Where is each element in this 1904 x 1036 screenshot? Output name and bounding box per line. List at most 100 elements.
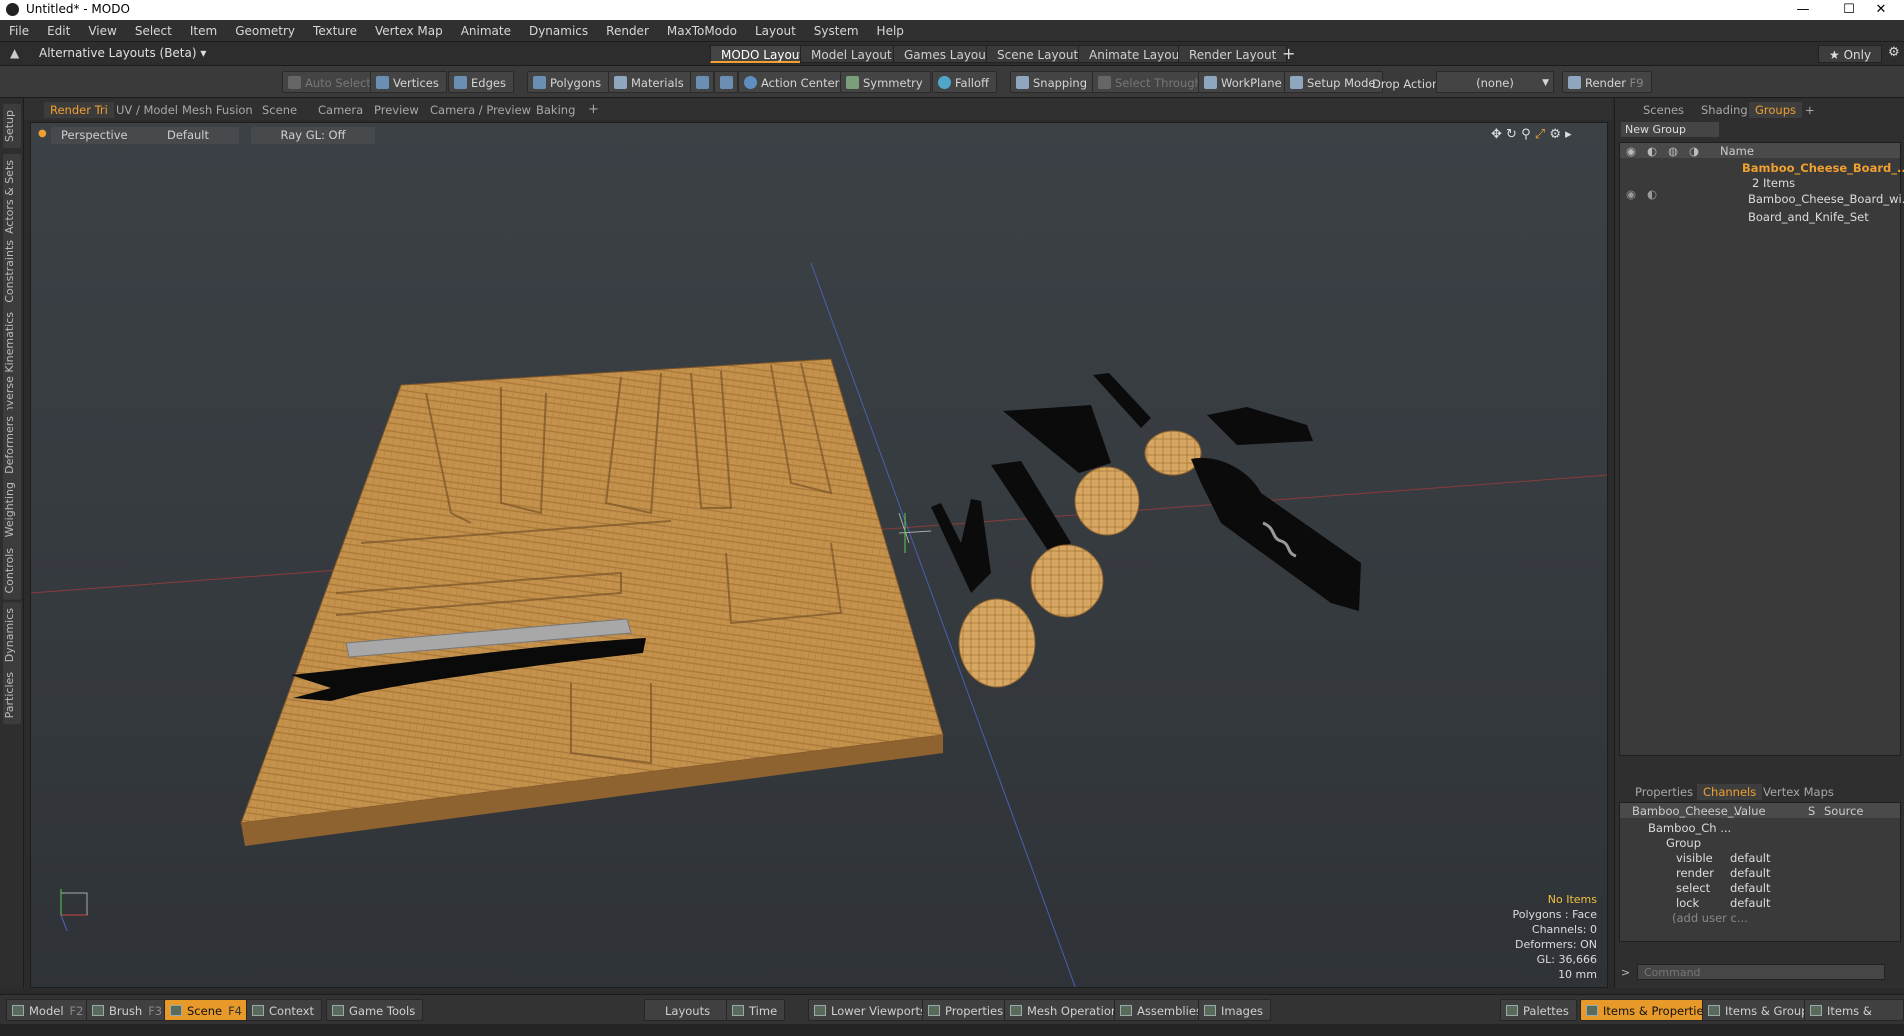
tab-properties[interactable]: Properties — [1629, 784, 1699, 800]
channels-group[interactable]: Group — [1666, 836, 1701, 850]
falloff-button[interactable]: Falloff — [932, 71, 997, 93]
add-user-channel[interactable]: (add user c... — [1672, 911, 1748, 925]
snapping-button[interactable]: Snapping — [1010, 71, 1096, 93]
items-properties-button[interactable]: Items & Properties — [1580, 999, 1718, 1021]
group-child-mesh[interactable]: Bamboo_Cheese_Board_wi... — [1748, 192, 1904, 206]
vtab-dynamics[interactable]: Dynamics — [3, 602, 21, 669]
gear-icon[interactable]: ⚙ — [1888, 45, 1900, 60]
menu-item[interactable]: Item — [181, 20, 226, 42]
vtab-weighting[interactable]: Weighting — [3, 476, 21, 544]
viewport-gear-icon[interactable]: ⚙ — [1549, 127, 1561, 142]
assemblies-button[interactable]: Assemblies — [1114, 999, 1210, 1021]
raygl-toggle[interactable]: Ray GL: Off — [251, 127, 375, 144]
close-button[interactable]: ✕ — [1858, 0, 1904, 20]
only-toggle[interactable]: ★ Only — [1818, 45, 1883, 63]
pan-icon[interactable]: ✥ — [1491, 127, 1502, 142]
tab-render-tri[interactable]: Render Tri — [44, 102, 114, 118]
edges-button[interactable]: Edges — [448, 71, 514, 93]
menu-layout[interactable]: Layout — [746, 20, 805, 42]
tab-uv-model[interactable]: UV / Model — [110, 102, 184, 118]
tab-model-layout[interactable]: Model Layout — [800, 45, 903, 63]
command-input[interactable] — [1637, 964, 1885, 980]
fit-icon[interactable]: ⤢ — [1535, 127, 1545, 142]
shield-toggle-1[interactable] — [690, 71, 714, 93]
game-tools-button[interactable]: Game Tools — [326, 999, 424, 1021]
layouts-button[interactable]: Layouts — [644, 999, 732, 1021]
vtab-deformers[interactable]: Deformers — [3, 410, 21, 480]
eye-column-icon[interactable]: ◉ — [1626, 144, 1636, 158]
vtab-constraints[interactable]: Constraints — [3, 234, 21, 309]
shield-toggle-2[interactable] — [714, 71, 738, 93]
vertices-button[interactable]: Vertices — [370, 71, 447, 93]
render-column-icon[interactable]: ◐ — [1647, 144, 1657, 158]
brush-button[interactable]: Brush F3 — [86, 999, 171, 1021]
channels-item[interactable]: Bamboo_Ch ... — [1648, 821, 1731, 835]
vtab-inverse-kinematics[interactable]: Inverse Kinematics — [3, 306, 21, 423]
tab-baking[interactable]: Baking — [530, 102, 581, 118]
select-through-button[interactable]: Select Through — [1092, 71, 1210, 93]
alternative-layouts-dropdown[interactable]: Alternative Layouts (Beta) ▾ — [39, 46, 206, 60]
rotate-icon[interactable]: ↻ — [1506, 127, 1517, 142]
channel-select-value[interactable]: default — [1730, 881, 1770, 895]
tab-render-layout[interactable]: Render Layout — [1178, 45, 1288, 63]
vtab-controls[interactable]: Controls — [3, 542, 21, 600]
palettes-button[interactable]: Palettes — [1500, 999, 1577, 1021]
tab-vertex-maps[interactable]: Vertex Maps — [1757, 784, 1840, 800]
channels-panel[interactable]: Bamboo_Cheese_... Value S Source Bamboo_… — [1619, 802, 1901, 942]
perspective-dropdown[interactable]: Perspective — [51, 127, 138, 144]
menu-animate[interactable]: Animate — [452, 20, 520, 42]
group-child-board-knife-set[interactable]: Board_and_Knife_Set — [1748, 210, 1869, 224]
viewport-menu-icon[interactable]: ● — [38, 128, 47, 139]
menu-view[interactable]: View — [79, 20, 125, 42]
scene-canvas[interactable] — [31, 123, 1608, 988]
channel-lock-value[interactable]: default — [1730, 896, 1770, 910]
time-button[interactable]: Time — [726, 999, 786, 1021]
add-layout-icon[interactable]: + — [1282, 44, 1295, 63]
menu-render[interactable]: Render — [597, 20, 658, 42]
tab-groups[interactable]: Groups — [1749, 102, 1803, 118]
shading-dropdown[interactable]: Default — [137, 127, 239, 144]
tab-camera-preview[interactable]: Camera / Preview — [424, 102, 537, 118]
group-render-icon[interactable]: ◐ — [1647, 187, 1657, 201]
groups-list[interactable]: ◉ ◐ ◍ ◑ Name Bamboo_Cheese_Board_... 2 I… — [1619, 142, 1904, 756]
menu-select[interactable]: Select — [126, 20, 181, 42]
zoom-icon[interactable]: ⚲ — [1521, 127, 1531, 142]
menu-help[interactable]: Help — [868, 20, 913, 42]
tab-camera[interactable]: Camera — [312, 102, 369, 118]
auto-select-button[interactable]: Auto Select — [282, 71, 379, 93]
tab-preview[interactable]: Preview — [368, 102, 425, 118]
add-viewport-tab-icon[interactable]: + — [582, 102, 605, 118]
vtab-setup[interactable]: Setup — [3, 104, 21, 149]
viewport-expand-icon[interactable]: ▸ — [1565, 127, 1572, 142]
symmetry-button[interactable]: Symmetry — [840, 71, 931, 93]
add-panel-tab-icon[interactable]: + — [1799, 102, 1821, 118]
menu-file[interactable]: File — [0, 20, 38, 42]
action-center-button[interactable]: Action Center — [738, 71, 848, 93]
menu-dynamics[interactable]: Dynamics — [520, 20, 597, 42]
menu-texture[interactable]: Texture — [304, 20, 366, 42]
scene-button[interactable]: Scene F4 — [164, 999, 250, 1021]
3d-viewport[interactable]: ● Perspective Default Ray GL: Off ✥ ↻ ⚲ … — [30, 122, 1608, 988]
items-shading-button[interactable]: Items & Shading — [1804, 999, 1904, 1036]
polygons-button[interactable]: Polygons — [527, 71, 610, 93]
minimize-button[interactable]: — — [1780, 0, 1826, 20]
tab-scene[interactable]: Scene — [256, 102, 303, 118]
vtab-particles[interactable]: Particles — [3, 666, 21, 725]
render-button[interactable]: Render F9 — [1562, 71, 1652, 93]
tab-mesh-fusion[interactable]: Mesh Fusion — [176, 102, 259, 118]
setup-mode-button[interactable]: Setup Mode — [1284, 71, 1384, 93]
materials-button[interactable]: Materials — [608, 71, 692, 93]
layout-up-icon[interactable]: ▲ — [10, 46, 19, 60]
group-bamboo-cheese-board[interactable]: Bamboo_Cheese_Board_... — [1742, 161, 1904, 175]
tab-channels[interactable]: Channels — [1697, 784, 1763, 800]
vtab-actors-sets[interactable]: Actors & Sets — [3, 154, 21, 241]
new-group-button[interactable]: New Group — [1621, 122, 1719, 137]
menu-geometry[interactable]: Geometry — [226, 20, 304, 42]
model-button[interactable]: Model F2 — [6, 999, 92, 1021]
tab-shading[interactable]: Shading — [1695, 102, 1754, 118]
context-button[interactable]: Context — [246, 999, 323, 1021]
tab-scene-layout[interactable]: Scene Layout — [986, 45, 1090, 63]
lower-viewports-button[interactable]: Lower Viewports — [808, 999, 934, 1021]
drop-action-select[interactable]: (none) ▼ — [1436, 71, 1554, 93]
group-eye-icon[interactable]: ◉ — [1626, 187, 1636, 201]
